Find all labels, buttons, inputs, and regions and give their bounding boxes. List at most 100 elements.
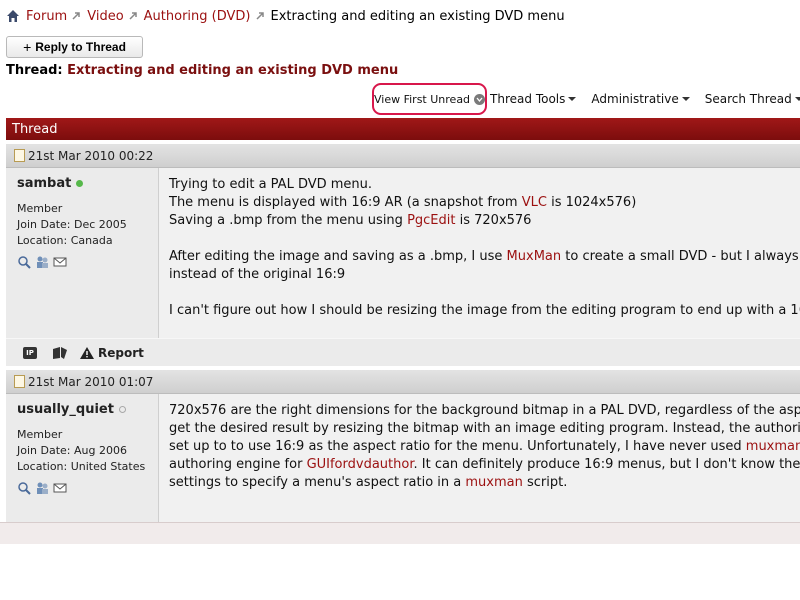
post-line: I can't figure out how I should be resiz… [169, 302, 800, 320]
user-rank: Member [17, 428, 63, 441]
post-date: 21st Mar 2010 00:22 [28, 148, 154, 163]
post: 21st Mar 2010 00:22 sambat Member Join D… [6, 144, 800, 366]
post-text: Saving a .bmp from the menu using [169, 213, 408, 228]
user-meta: Member Join Date: Aug 2006 Location: Uni… [17, 427, 158, 475]
online-status-icon [76, 180, 84, 187]
post-text: is 720x576 [455, 213, 532, 228]
user-location: Location: United States [17, 460, 146, 473]
user-action-icons [17, 481, 158, 495]
search-thread-menu[interactable]: Search Thread [705, 92, 800, 106]
chevron-down-icon [794, 97, 800, 101]
post-text: I can't figure out how I should be resiz… [169, 303, 800, 318]
email-icon[interactable] [53, 481, 67, 495]
post-line: Trying to edit a PAL DVD menu. [169, 176, 800, 194]
reply-to-thread-button[interactable]: + Reply to Thread [6, 36, 143, 58]
ip-icon[interactable]: IP [23, 346, 37, 359]
post-line: authoring engine for GUIfordvdauthor. It… [169, 456, 800, 474]
post-text: 720x576 are the right dimensions for the… [169, 403, 800, 418]
breadcrumb-arrow-icon [129, 12, 137, 20]
post-line: After editing the image and saving as a … [169, 248, 800, 266]
administrative-menu[interactable]: Administrative [591, 92, 690, 106]
thread-header-bar: Thread [6, 118, 800, 140]
breadcrumb-forum-link[interactable]: Forum [26, 9, 67, 24]
post-text: get the desired result by resizing the b… [169, 421, 800, 436]
vlc-link[interactable]: VLC [522, 195, 547, 210]
post-spacer [169, 230, 800, 248]
post-line: The menu is displayed with 16:9 AR (a sn… [169, 194, 800, 212]
post-line: 720x576 are the right dimensions for the… [169, 402, 800, 420]
post-line: settings to specify a menu's aspect rati… [169, 474, 800, 492]
post-text: The menu is displayed with 16:9 AR (a sn… [169, 195, 522, 210]
post: 21st Mar 2010 01:07 usually_quiet Member… [6, 370, 800, 522]
page-bottom-bar [0, 522, 800, 544]
post-document-icon [14, 149, 25, 162]
thread-tools-label: Thread Tools [490, 92, 566, 106]
user-rank: Member [17, 202, 63, 215]
post-text: is 1024x576) [546, 195, 637, 210]
post-date: 21st Mar 2010 01:07 [28, 374, 154, 389]
breadcrumb-video-link[interactable]: Video [87, 9, 123, 24]
muxman-link[interactable]: muxman [465, 475, 522, 490]
post-line: Saving a .bmp from the menu using PgcEdi… [169, 212, 800, 230]
user-info: sambat Member Join Date: Dec 2005 Locati… [6, 168, 158, 338]
chevron-down-icon [681, 97, 690, 101]
post-date-bar: 21st Mar 2010 01:07 [6, 370, 800, 394]
post-text: script. [522, 475, 568, 490]
post-text: authoring engine for [169, 457, 307, 472]
username-container: usually_quiet [17, 402, 158, 417]
user-join-date: Join Date: Dec 2005 [17, 218, 127, 231]
thread-tools-menu[interactable]: Thread Tools [490, 92, 577, 106]
offline-status-icon [118, 406, 126, 413]
user-action-icons [17, 255, 158, 269]
reputation-icon[interactable] [52, 346, 68, 360]
post-message: Trying to edit a PAL DVD menu. The menu … [158, 168, 800, 338]
search-thread-label: Search Thread [704, 92, 792, 106]
thread-tools-bar: View First Unread Thread Tools Administr… [372, 82, 800, 116]
user-info: usually_quiet Member Join Date: Aug 2006… [6, 394, 158, 522]
pgcedit-link[interactable]: PgcEdit [407, 213, 455, 228]
post-spacer [169, 284, 800, 302]
breadcrumb-authoring-link[interactable]: Authoring (DVD) [144, 9, 251, 24]
post-text: set up to to use 16:9 as the aspect rati… [169, 439, 746, 454]
thread-title: Thread: Extracting and editing an existi… [6, 63, 398, 78]
post-date-bar: 21st Mar 2010 00:22 [6, 144, 800, 168]
warning-icon [80, 346, 94, 359]
username-link[interactable]: sambat [17, 176, 71, 191]
post-line: instead of the original 16:9 [169, 266, 800, 284]
post-line: get the desired result by resizing the b… [169, 420, 800, 438]
muxman-link[interactable]: muxman [746, 439, 800, 454]
view-first-unread-label: View First Unread [374, 92, 471, 106]
reply-to-thread-label: Reply to Thread [35, 40, 126, 54]
plus-icon: + [23, 39, 32, 55]
guifordvdauthor-link[interactable]: GUIfordvdauthor [307, 457, 414, 472]
breadcrumb: Forum Video Authoring (DVD) Extracting a… [6, 6, 565, 26]
user-meta: Member Join Date: Dec 2005 Location: Can… [17, 201, 158, 249]
post-body: sambat Member Join Date: Dec 2005 Locati… [6, 168, 800, 338]
contacts-icon[interactable] [35, 255, 49, 269]
post-text: settings to specify a menu's aspect rati… [169, 475, 466, 490]
view-first-unread-link[interactable]: View First Unread [372, 83, 488, 115]
thread-header-label: Thread [12, 121, 58, 137]
muxman-link[interactable]: MuxMan [507, 249, 562, 264]
search-icon[interactable] [17, 255, 31, 269]
post-document-icon [14, 375, 25, 388]
chevron-down-icon [568, 97, 577, 101]
post-text: . It can definitely produce 16:9 menus, … [413, 457, 800, 472]
username-link[interactable]: usually_quiet [17, 402, 114, 417]
post-text: instead of the original 16:9 [169, 267, 346, 282]
email-icon[interactable] [53, 255, 67, 269]
home-icon[interactable] [6, 9, 20, 23]
search-icon[interactable] [17, 481, 31, 495]
arrow-down-circle-icon [474, 93, 486, 105]
breadcrumb-arrow-icon [72, 12, 80, 20]
administrative-label: Administrative [591, 92, 679, 106]
post-text: After editing the image and saving as a … [169, 249, 507, 264]
report-link[interactable]: Report [98, 346, 144, 360]
post-footer: IP Report [6, 338, 800, 366]
breadcrumb-current: Extracting and editing an existing DVD m… [270, 8, 565, 24]
post-text: Trying to edit a PAL DVD menu. [169, 177, 373, 192]
breadcrumb-arrow-icon [255, 12, 264, 20]
contacts-icon[interactable] [35, 481, 49, 495]
thread-title-prefix: Thread: [6, 63, 63, 78]
thread-title-text: Extracting and editing an existing DVD m… [67, 63, 399, 78]
